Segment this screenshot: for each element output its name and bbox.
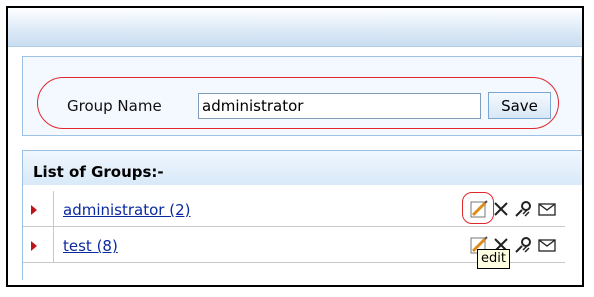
- edit-icon[interactable]: [469, 199, 489, 219]
- row-arrow-icon: [31, 241, 37, 251]
- group-link-administrator[interactable]: administrator (2): [63, 201, 190, 219]
- header-bar: [8, 8, 582, 47]
- row-arrow-icon: [31, 205, 37, 215]
- delete-icon[interactable]: [491, 199, 511, 219]
- groups-window: Group Name Save List of Groups:- adminis…: [6, 6, 584, 287]
- mail-icon[interactable]: [537, 235, 557, 255]
- edit-tooltip: edit: [477, 249, 510, 269]
- group-link-test[interactable]: test (8): [63, 237, 118, 255]
- mail-icon[interactable]: [537, 199, 557, 219]
- row-divider: [53, 227, 54, 262]
- groups-list-header: List of Groups:-: [23, 151, 582, 185]
- save-button[interactable]: Save: [488, 92, 551, 119]
- group-form-panel: Group Name Save: [22, 56, 582, 136]
- group-name-label: Group Name: [67, 97, 162, 115]
- row-divider: [53, 191, 54, 226]
- groups-list-title: List of Groups:-: [33, 163, 164, 181]
- group-name-input[interactable]: [198, 93, 481, 119]
- group-row: administrator (2): [23, 191, 565, 227]
- permissions-icon[interactable]: [513, 199, 533, 219]
- permissions-icon[interactable]: [513, 235, 533, 255]
